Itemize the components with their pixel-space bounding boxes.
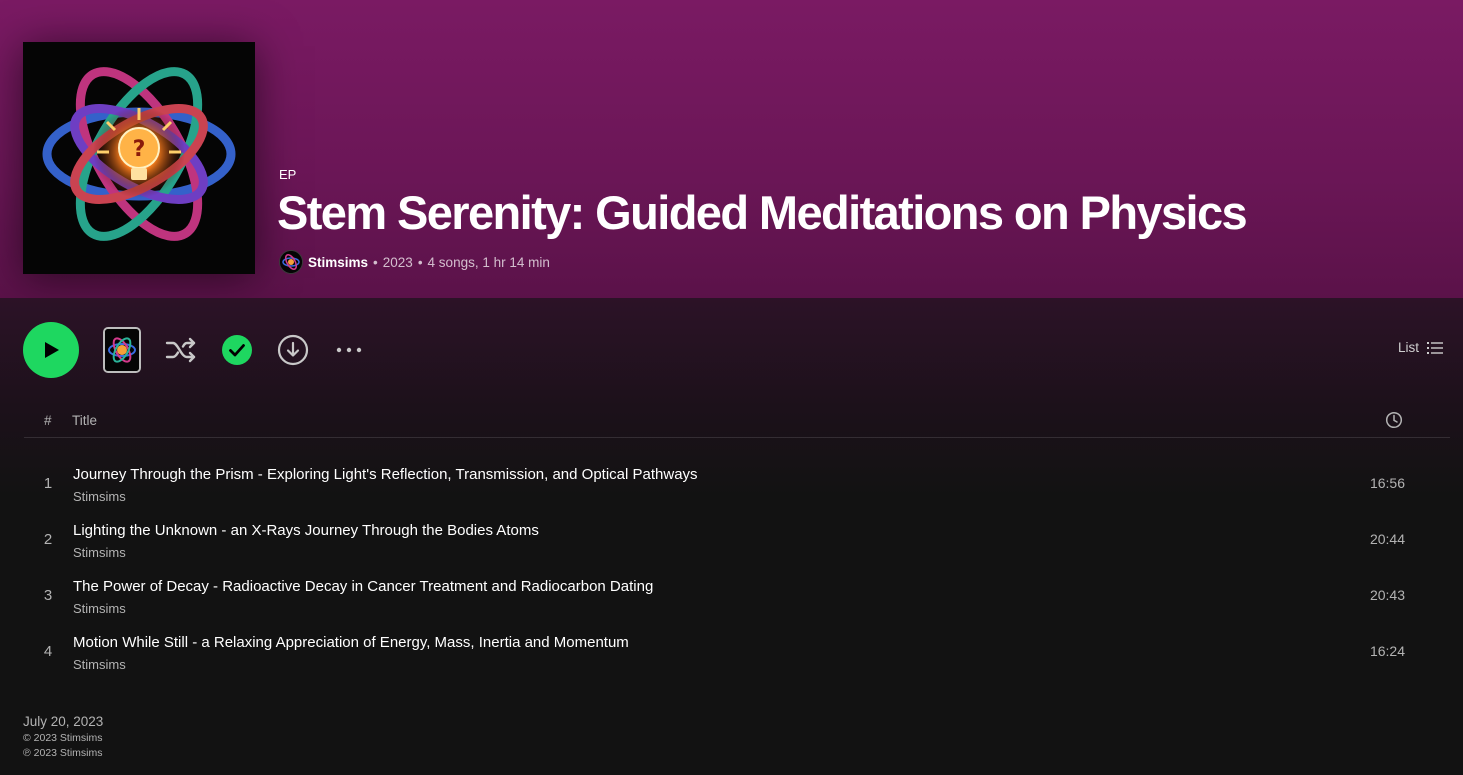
track-number: 4 — [43, 643, 53, 660]
artist-avatar[interactable] — [279, 250, 303, 274]
check-circle-icon — [222, 335, 252, 365]
track-row[interactable]: 3 The Power of Decay - Radioactive Decay… — [24, 568, 1450, 624]
track-duration: 20:44 — [1369, 531, 1405, 547]
track-artist[interactable]: Stimsims — [73, 601, 126, 616]
download-icon — [277, 334, 309, 366]
phonographic-notice: ℗ 2023 Stimsims — [23, 747, 103, 759]
album-header: ? EP Stem Serenity: Guided Meditations o… — [0, 0, 1463, 298]
list-icon — [1427, 341, 1443, 354]
action-bar: List — [0, 298, 1463, 403]
copyright-notice: © 2023 Stimsims — [23, 732, 103, 744]
mini-atom-icon — [105, 329, 139, 371]
track-duration: 20:43 — [1369, 587, 1405, 603]
tracklist-section: List # Title 1 Journey Through the Prism… — [0, 298, 1463, 775]
meta-separator: • — [417, 254, 423, 270]
artist-avatar-image — [280, 251, 302, 273]
album-type-label: EP — [279, 167, 297, 182]
track-title[interactable]: The Power of Decay - Radioactive Decay i… — [73, 578, 653, 595]
shuffle-button[interactable] — [163, 334, 199, 366]
album-cover[interactable]: ? — [23, 42, 255, 274]
release-date: July 20, 2023 — [23, 714, 104, 729]
view-toggle[interactable]: List — [1398, 340, 1443, 355]
shuffle-icon — [165, 337, 196, 363]
svg-text:?: ? — [133, 137, 146, 162]
tracklist-header: # Title — [24, 408, 1450, 438]
track-number: 3 — [43, 587, 53, 604]
release-year: 2023 — [382, 254, 413, 270]
column-title: Title — [72, 413, 98, 428]
track-artist[interactable]: Stimsims — [73, 489, 126, 504]
more-icon — [336, 347, 362, 353]
album-title: Stem Serenity: Guided Meditations on Phy… — [277, 186, 1248, 239]
download-button[interactable] — [276, 333, 310, 367]
track-list: 1 Journey Through the Prism - Exploring … — [24, 456, 1450, 680]
play-icon — [45, 342, 59, 358]
album-meta: Stimsims • 2023 • 4 songs, 1 hr 14 min — [279, 250, 550, 274]
track-title[interactable]: Motion While Still - a Relaxing Apprecia… — [73, 634, 629, 651]
track-title[interactable]: Journey Through the Prism - Exploring Li… — [73, 466, 698, 483]
preview-cover-button[interactable] — [103, 327, 141, 373]
track-duration: 16:56 — [1369, 475, 1405, 491]
track-artist[interactable]: Stimsims — [73, 545, 126, 560]
album-summary: 4 songs, 1 hr 14 min — [427, 254, 550, 270]
track-row[interactable]: 1 Journey Through the Prism - Exploring … — [24, 456, 1450, 512]
saved-button[interactable] — [220, 333, 254, 367]
track-title[interactable]: Lighting the Unknown - an X-Rays Journey… — [73, 522, 539, 539]
view-toggle-label: List — [1397, 340, 1419, 355]
column-number: # — [44, 413, 52, 428]
track-number: 2 — [43, 531, 53, 548]
artist-link[interactable]: Stimsims — [308, 255, 368, 270]
more-options-button[interactable] — [333, 338, 365, 362]
atom-artwork: ? — [23, 42, 255, 274]
track-artist[interactable]: Stimsims — [73, 657, 126, 672]
play-button[interactable] — [23, 322, 79, 378]
column-duration — [1385, 411, 1403, 432]
meta-separator: • — [373, 254, 378, 270]
clock-icon — [1385, 411, 1403, 429]
track-number: 1 — [43, 475, 53, 492]
track-row[interactable]: 4 Motion While Still - a Relaxing Apprec… — [24, 624, 1450, 680]
album-footer: July 20, 2023 © 2023 Stimsims ℗ 2023 Sti… — [23, 714, 103, 759]
track-row[interactable]: 2 Lighting the Unknown - an X-Rays Journ… — [24, 512, 1450, 568]
track-duration: 16:24 — [1369, 643, 1405, 659]
